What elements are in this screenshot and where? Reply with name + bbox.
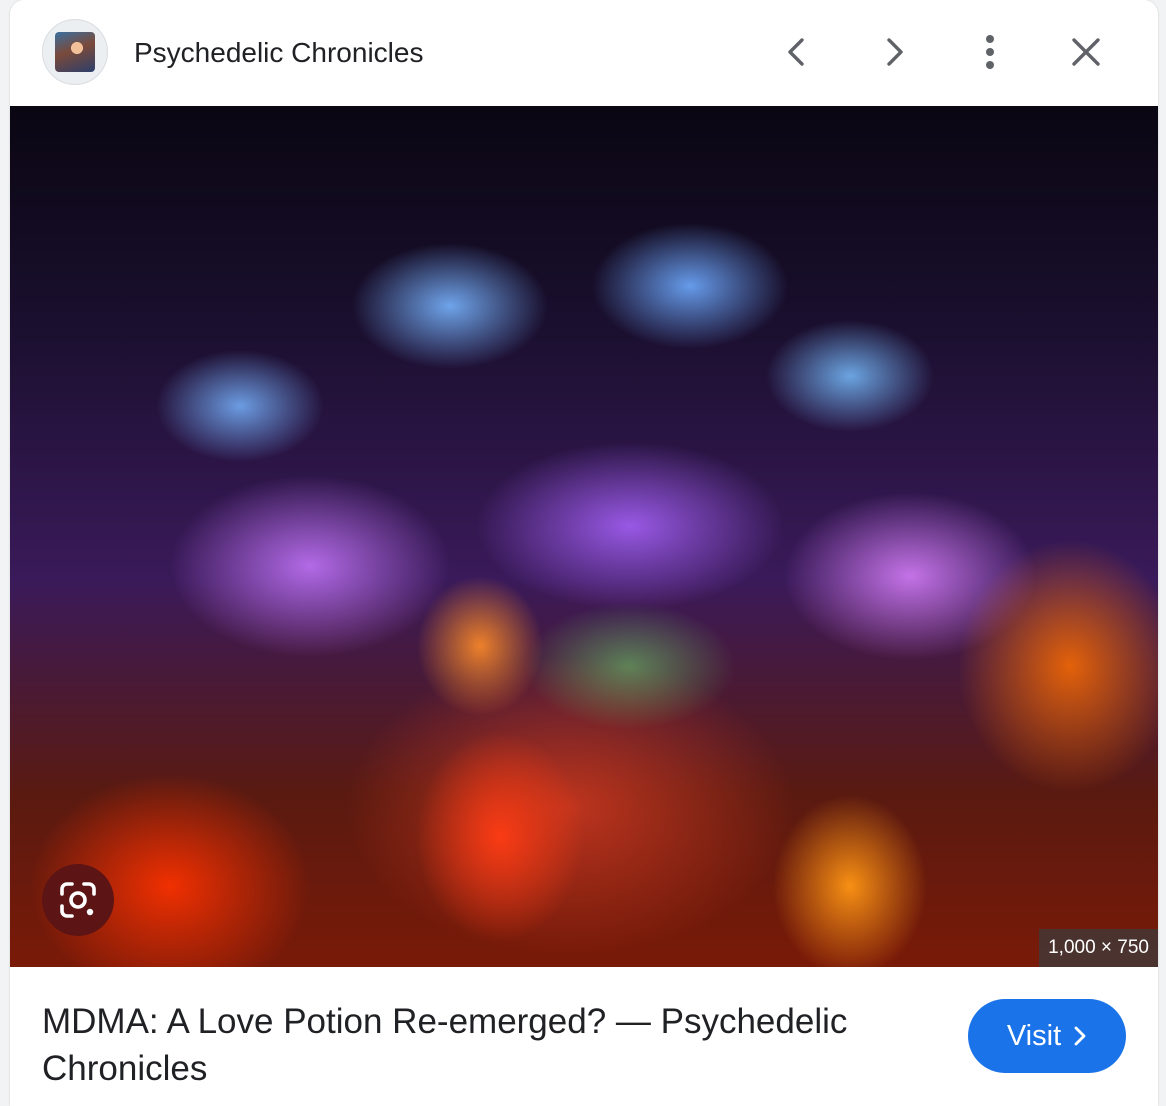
chevron-left-icon bbox=[788, 38, 804, 66]
google-lens-button[interactable] bbox=[42, 864, 114, 936]
next-button[interactable] bbox=[863, 21, 925, 83]
more-options-button[interactable] bbox=[959, 21, 1021, 83]
image-preview-panel: Psychedelic Chronicles 1,000 × 750 MDMA:… bbox=[10, 0, 1158, 1106]
google-lens-icon bbox=[60, 882, 96, 918]
previous-button[interactable] bbox=[766, 21, 828, 83]
preview-header: Psychedelic Chronicles bbox=[10, 0, 1158, 106]
preview-image[interactable]: 1,000 × 750 bbox=[10, 106, 1158, 967]
source-title[interactable]: Psychedelic Chronicles bbox=[134, 36, 423, 70]
image-dimensions-badge: 1,000 × 750 bbox=[1039, 929, 1158, 967]
source-avatar[interactable] bbox=[42, 19, 108, 85]
chevron-right-icon bbox=[887, 38, 903, 66]
more-vert-icon bbox=[986, 35, 994, 69]
close-button[interactable] bbox=[1055, 21, 1117, 83]
visit-button[interactable]: Visit bbox=[968, 999, 1126, 1073]
site-favicon-icon bbox=[55, 32, 95, 72]
result-title[interactable]: MDMA: A Love Potion Re-emerged? — Psyche… bbox=[42, 998, 922, 1092]
close-icon bbox=[1072, 38, 1100, 66]
chevron-right-icon bbox=[1074, 1026, 1086, 1046]
visit-button-label: Visit bbox=[1006, 1020, 1062, 1052]
